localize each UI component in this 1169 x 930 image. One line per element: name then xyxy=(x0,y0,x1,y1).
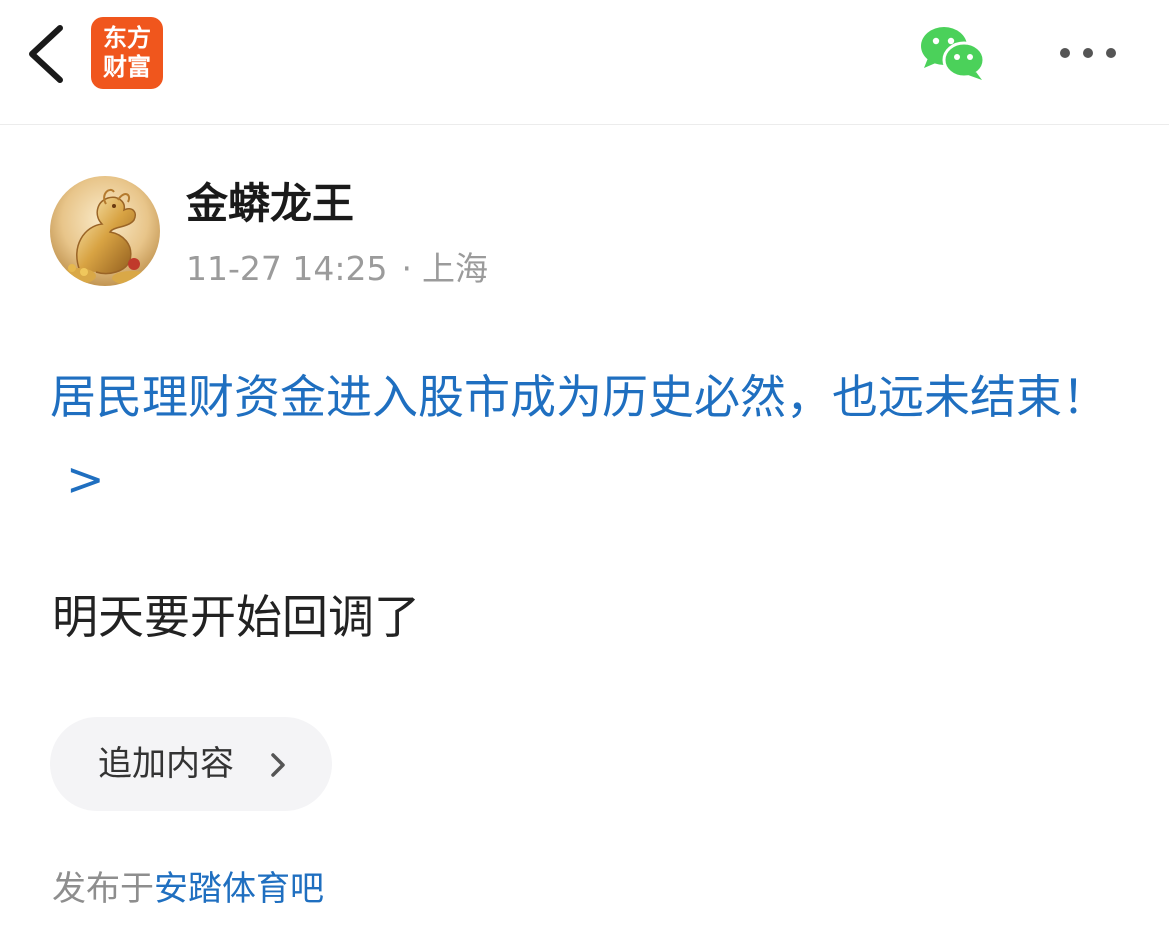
meta-separator: · xyxy=(401,249,412,288)
linked-article-title[interactable]: 居民理财资金进入股市成为历史必然，也远未结束！ > xyxy=(50,356,1130,520)
chevron-right-icon xyxy=(271,753,285,777)
posted-in-prefix: 发布于 xyxy=(52,869,154,909)
top-bar: 东方 财富 xyxy=(0,0,1169,125)
post-location: 上海 xyxy=(421,249,488,288)
chevron-left-icon xyxy=(29,25,63,83)
more-horizontal-icon xyxy=(1060,48,1116,58)
author-name[interactable]: 金蟒龙王 xyxy=(186,176,354,232)
logo-line-1: 东方 xyxy=(103,24,151,52)
linked-article-chevron: > xyxy=(66,452,105,506)
linked-article-text: 居民理财资金进入股市成为历史必然，也远未结束！ xyxy=(50,370,1108,424)
post-meta: 11-27 14:25 · 上海 xyxy=(186,246,488,292)
posted-in: 发布于安踏体育吧 xyxy=(52,866,324,912)
app-logo[interactable]: 东方 财富 xyxy=(91,17,163,89)
more-button[interactable] xyxy=(1056,38,1120,68)
post-time: 11-27 14:25 xyxy=(186,249,388,288)
wechat-icon xyxy=(921,27,986,80)
append-content-button[interactable]: 追加内容 xyxy=(50,717,332,811)
post-page: 东方 财富 金蟒龙王 11-27 14:25 · 上海 居民理财资金进入股市成为… xyxy=(0,0,1169,930)
back-button[interactable] xyxy=(22,22,72,86)
golden-dragon-avatar-icon xyxy=(50,176,160,286)
post-body: 明天要开始回调了 xyxy=(52,590,420,644)
logo-line-2: 财富 xyxy=(103,53,151,81)
append-content-label: 追加内容 xyxy=(98,744,234,784)
bar-link[interactable]: 安踏体育吧 xyxy=(154,869,324,909)
wechat-share-button[interactable] xyxy=(918,24,988,82)
author-avatar[interactable] xyxy=(50,176,160,286)
